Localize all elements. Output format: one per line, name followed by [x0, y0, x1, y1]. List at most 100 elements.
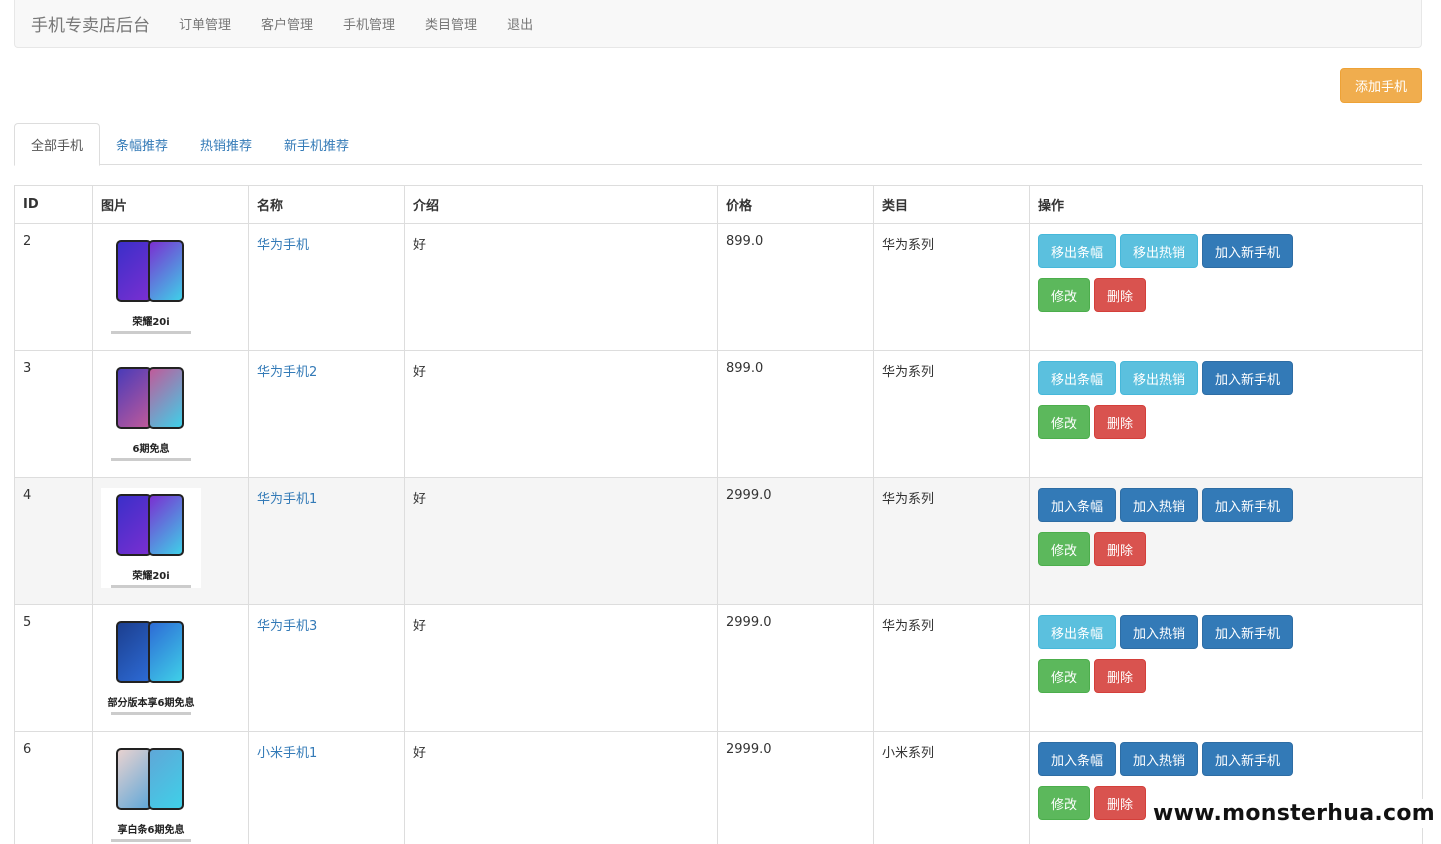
cell-image: 6期免息 — [92, 350, 249, 478]
cell-name: 小米手机1 — [248, 731, 405, 844]
phone-name-link[interactable]: 华为手机2 — [257, 365, 317, 380]
image-caption: 享白条6期免息 — [117, 825, 185, 837]
edit-button[interactable]: 修改 — [1038, 278, 1091, 312]
nav-customers[interactable]: 客户管理 — [246, 14, 328, 33]
cell-category: 华为系列 — [873, 350, 1030, 478]
edit-button[interactable]: 修改 — [1038, 786, 1091, 820]
cell-image: 享白条6期免息 — [92, 731, 249, 844]
header-intro: 介绍 — [404, 185, 718, 224]
cell-price: 2999.0 — [717, 604, 874, 732]
op-button-2[interactable]: 加入新手机 — [1202, 361, 1294, 395]
cell-id: 3 — [14, 350, 93, 478]
cell-id: 5 — [14, 604, 93, 732]
image-subcaption — [111, 458, 191, 461]
image-subcaption — [111, 712, 191, 715]
image-subcaption — [111, 839, 191, 842]
header-image: 图片 — [92, 185, 249, 224]
nav-logout[interactable]: 退出 — [492, 14, 548, 33]
header-price: 价格 — [717, 185, 874, 224]
delete-button[interactable]: 删除 — [1094, 532, 1147, 566]
op-button-1[interactable]: 移出热销 — [1120, 361, 1199, 395]
phone-table: ID 图片 名称 介绍 价格 类目 操作 2 荣耀20i 华为手机 好 899.… — [14, 185, 1423, 844]
tab-new-recommend[interactable]: 新手机推荐 — [268, 123, 365, 165]
image-caption: 荣耀20i — [132, 317, 170, 329]
top-navbar: 手机专卖店后台 订单管理 客户管理 手机管理 类目管理 退出 — [14, 0, 1422, 48]
cell-category: 华为系列 — [873, 223, 1030, 351]
image-caption: 荣耀20i — [132, 571, 170, 583]
tab-banner-recommend[interactable]: 条幅推荐 — [100, 123, 184, 165]
phone-image — [106, 363, 196, 434]
phone-image — [106, 236, 196, 307]
cell-image: 荣耀20i — [92, 477, 249, 605]
op-button-2[interactable]: 加入新手机 — [1202, 488, 1294, 522]
header-id: ID — [14, 185, 93, 224]
edit-button[interactable]: 修改 — [1038, 405, 1091, 439]
cell-name: 华为手机 — [248, 223, 405, 351]
image-caption: 6期免息 — [132, 444, 170, 456]
op-button-0[interactable]: 移出条幅 — [1038, 234, 1117, 268]
phone-thumbnail: 部分版本享6期免息 — [101, 615, 201, 715]
cell-image: 荣耀20i — [92, 223, 249, 351]
op-button-0[interactable]: 移出条幅 — [1038, 615, 1117, 649]
tab-hot-recommend[interactable]: 热销推荐 — [184, 123, 268, 165]
add-phone-button[interactable]: 添加手机 — [1340, 68, 1422, 103]
nav-phones[interactable]: 手机管理 — [328, 14, 410, 33]
cell-operations: 加入条幅 加入热销 加入新手机 修改 删除 — [1029, 477, 1423, 605]
phone-image — [106, 490, 196, 561]
cell-id: 4 — [14, 477, 93, 605]
cell-operations: 移出条幅 移出热销 加入新手机 修改 删除 — [1029, 223, 1423, 351]
cell-price: 899.0 — [717, 223, 874, 351]
op-button-0[interactable]: 加入条幅 — [1038, 742, 1117, 776]
delete-button[interactable]: 删除 — [1094, 659, 1147, 693]
op-button-1[interactable]: 加入热销 — [1120, 488, 1199, 522]
cell-operations: 移出条幅 移出热销 加入新手机 修改 删除 — [1029, 350, 1423, 478]
watermark: www.monsterhua.com — [1148, 799, 1439, 828]
cell-name: 华为手机2 — [248, 350, 405, 478]
cell-id: 2 — [14, 223, 93, 351]
header-name: 名称 — [248, 185, 405, 224]
nav-orders[interactable]: 订单管理 — [164, 14, 246, 33]
cell-price: 2999.0 — [717, 477, 874, 605]
op-button-0[interactable]: 移出条幅 — [1038, 361, 1117, 395]
op-button-1[interactable]: 加入热销 — [1120, 615, 1199, 649]
image-subcaption — [111, 585, 191, 588]
edit-button[interactable]: 修改 — [1038, 659, 1091, 693]
brand-title[interactable]: 手机专卖店后台 — [15, 11, 164, 36]
cell-intro: 好 — [404, 731, 718, 844]
cell-category: 小米系列 — [873, 731, 1030, 844]
cell-price: 2999.0 — [717, 731, 874, 844]
tab-all-phones[interactable]: 全部手机 — [14, 123, 101, 166]
table-row: 5 部分版本享6期免息 华为手机3 好 2999.0 华为系列 移出条幅 加入热销… — [14, 604, 1423, 732]
phone-thumbnail: 享白条6期免息 — [101, 742, 201, 842]
header-operations: 操作 — [1029, 185, 1423, 224]
phone-name-link[interactable]: 小米手机1 — [257, 746, 317, 761]
delete-button[interactable]: 删除 — [1094, 278, 1147, 312]
phone-thumbnail: 荣耀20i — [101, 488, 201, 588]
phone-name-link[interactable]: 华为手机 — [257, 238, 309, 253]
op-button-2[interactable]: 加入新手机 — [1202, 615, 1294, 649]
cell-category: 华为系列 — [873, 477, 1030, 605]
cell-intro: 好 — [404, 223, 718, 351]
op-button-0[interactable]: 加入条幅 — [1038, 488, 1117, 522]
op-button-1[interactable]: 加入热销 — [1120, 742, 1199, 776]
nav-categories[interactable]: 类目管理 — [410, 14, 492, 33]
table-row: 2 荣耀20i 华为手机 好 899.0 华为系列 移出条幅 移出热销 加入新手机 … — [14, 223, 1423, 351]
phone-name-link[interactable]: 华为手机3 — [257, 619, 317, 634]
phone-thumbnail: 荣耀20i — [101, 234, 201, 334]
cell-intro: 好 — [404, 477, 718, 605]
category-tabs: 全部手机 条幅推荐 热销推荐 新手机推荐 — [14, 123, 1422, 166]
delete-button[interactable]: 删除 — [1094, 786, 1147, 820]
table-header-row: ID 图片 名称 介绍 价格 类目 操作 — [14, 185, 1423, 224]
op-button-1[interactable]: 移出热销 — [1120, 234, 1199, 268]
phone-image — [106, 744, 196, 815]
cell-name: 华为手机1 — [248, 477, 405, 605]
op-button-2[interactable]: 加入新手机 — [1202, 742, 1294, 776]
op-button-2[interactable]: 加入新手机 — [1202, 234, 1294, 268]
phone-name-link[interactable]: 华为手机1 — [257, 492, 317, 507]
delete-button[interactable]: 删除 — [1094, 405, 1147, 439]
cell-name: 华为手机3 — [248, 604, 405, 732]
phone-image — [106, 617, 196, 688]
cell-intro: 好 — [404, 604, 718, 732]
edit-button[interactable]: 修改 — [1038, 532, 1091, 566]
image-subcaption — [111, 331, 191, 334]
